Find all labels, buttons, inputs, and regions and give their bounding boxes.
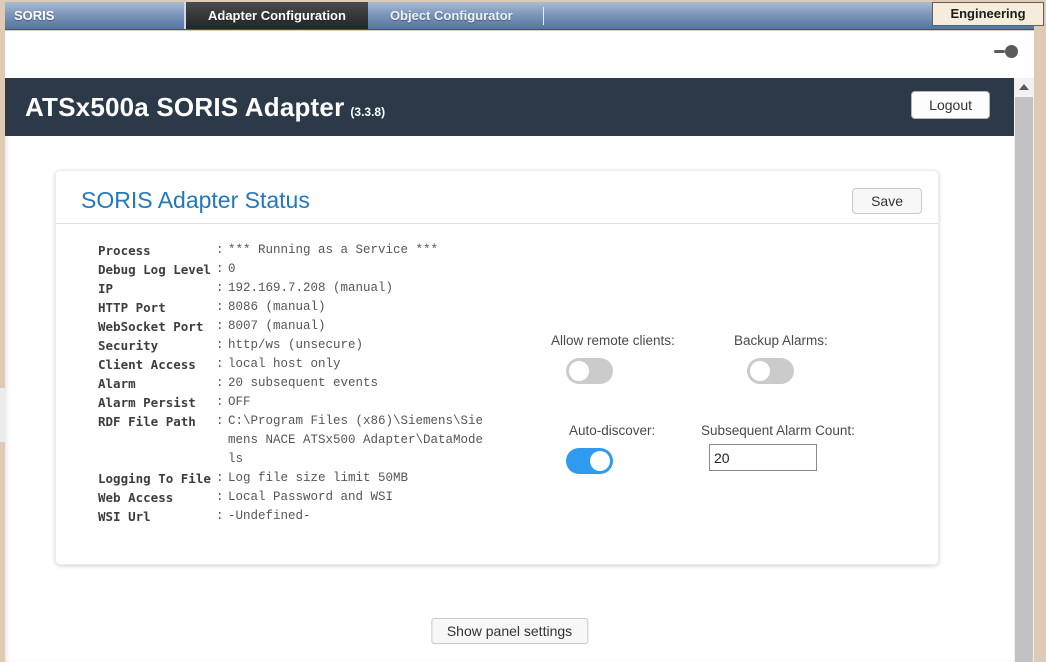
top-nav-bar: SORIS Adapter Configuration Object Confi…: [5, 2, 1034, 30]
status-field-row: Process *** Running as a Service ***: [98, 241, 483, 260]
status-field-row: WebSocket Port 8007 (manual): [98, 317, 483, 336]
main-area: SORIS Adapter Status Save Process *** Run…: [5, 136, 1014, 662]
field-label: Debug Log Level: [98, 260, 216, 279]
field-label: Web Access: [98, 488, 216, 507]
scroll-up-arrow[interactable]: [1014, 78, 1034, 95]
content-region: ATSx500a SORIS Adapter (3.3.8) Logout SO…: [5, 78, 1014, 662]
field-value: -Undefined-: [228, 507, 311, 526]
status-field-row: Logging To File Log file size limit 50MB: [98, 469, 483, 488]
field-colon: [216, 355, 228, 374]
tab-object-configurator[interactable]: Object Configurator: [368, 2, 535, 29]
field-label: IP: [98, 279, 216, 298]
field-colon: [216, 488, 228, 507]
allow-remote-clients-toggle[interactable]: [566, 358, 613, 384]
soris-adapter-status-card: SORIS Adapter Status Save Process *** Run…: [55, 170, 939, 565]
allow-remote-clients-label: Allow remote clients:: [551, 333, 675, 348]
field-colon: [216, 317, 228, 336]
status-field-row: HTTP Port 8086 (manual): [98, 298, 483, 317]
field-colon: [216, 374, 228, 393]
field-colon: [216, 260, 228, 279]
field-colon: [216, 393, 228, 412]
field-value: local host only: [228, 355, 341, 374]
logout-button[interactable]: Logout: [911, 91, 990, 119]
field-value: *** Running as a Service ***: [228, 241, 438, 260]
field-label: RDF File Path: [98, 412, 216, 469]
field-colon: [216, 336, 228, 355]
status-field-row: Client Access local host only: [98, 355, 483, 374]
status-field-row: Web Access Local Password and WSI: [98, 488, 483, 507]
backup-alarms-label: Backup Alarms:: [734, 333, 828, 348]
status-field-row: Debug Log Level 0: [98, 260, 483, 279]
field-colon: [216, 298, 228, 317]
engineering-button[interactable]: Engineering: [932, 2, 1044, 26]
field-value: 8007 (manual): [228, 317, 326, 336]
show-panel-settings-button[interactable]: Show panel settings: [431, 618, 588, 644]
card-title: SORIS Adapter Status: [81, 187, 310, 214]
page-version: (3.3.8): [350, 95, 385, 119]
field-label: Client Access: [98, 355, 216, 374]
field-value: Log file size limit 50MB: [228, 469, 408, 488]
pin-icon[interactable]: [994, 45, 1018, 58]
page-header: ATSx500a SORIS Adapter (3.3.8) Logout: [5, 78, 1014, 136]
field-label: Alarm Persist: [98, 393, 216, 412]
toolbar-strip: [5, 31, 1034, 78]
backup-alarms-toggle[interactable]: [747, 358, 794, 384]
field-label: WebSocket Port: [98, 317, 216, 336]
field-label: Logging To File: [98, 469, 216, 488]
field-label: HTTP Port: [98, 298, 216, 317]
status-field-row: Alarm Persist OFF: [98, 393, 483, 412]
title-divider: [56, 223, 938, 224]
tab-divider: [543, 7, 544, 25]
field-label: WSI Url: [98, 507, 216, 526]
subsequent-alarm-count-input[interactable]: [709, 444, 817, 471]
field-value: OFF: [228, 393, 251, 412]
scrollbar-thumb[interactable]: [1015, 97, 1033, 662]
status-field-row: WSI Url -Undefined-: [98, 507, 483, 526]
status-field-row: RDF File PathC:\Program Files (x86)\Siem…: [98, 412, 483, 469]
tab-adapter-configuration[interactable]: Adapter Configuration: [184, 2, 368, 29]
field-colon: [216, 412, 228, 469]
field-label: Process: [98, 241, 216, 260]
field-colon: [216, 469, 228, 488]
field-value: C:\Program Files (x86)\Siemens\Sie mens …: [228, 412, 483, 469]
left-panel-handle[interactable]: [0, 388, 5, 442]
auto-discover-toggle[interactable]: [566, 448, 613, 474]
scrollbar[interactable]: [1014, 78, 1034, 662]
field-value: 0: [228, 260, 236, 279]
field-value: 20 subsequent events: [228, 374, 378, 393]
field-colon: [216, 241, 228, 260]
field-value: 192.169.7.208 (manual): [228, 279, 393, 298]
status-field-row: Security http/ws (unsecure): [98, 336, 483, 355]
field-colon: [216, 507, 228, 526]
subsequent-alarm-count-label: Subsequent Alarm Count:: [701, 423, 855, 438]
field-value: http/ws (unsecure): [228, 336, 363, 355]
status-block: Process *** Running as a Service *** Debu…: [98, 241, 483, 526]
field-value: Local Password and WSI: [228, 488, 393, 507]
field-label: Security: [98, 336, 216, 355]
field-label: Alarm: [98, 374, 216, 393]
save-button[interactable]: Save: [852, 188, 922, 214]
auto-discover-label: Auto-discover:: [569, 423, 655, 438]
page-title: ATSx500a SORIS Adapter: [25, 92, 344, 123]
status-field-row: IP 192.169.7.208 (manual): [98, 279, 483, 298]
status-field-row: Alarm 20 subsequent events: [98, 374, 483, 393]
field-value: 8086 (manual): [228, 298, 326, 317]
brand-soris: SORIS: [5, 2, 184, 29]
field-colon: [216, 279, 228, 298]
